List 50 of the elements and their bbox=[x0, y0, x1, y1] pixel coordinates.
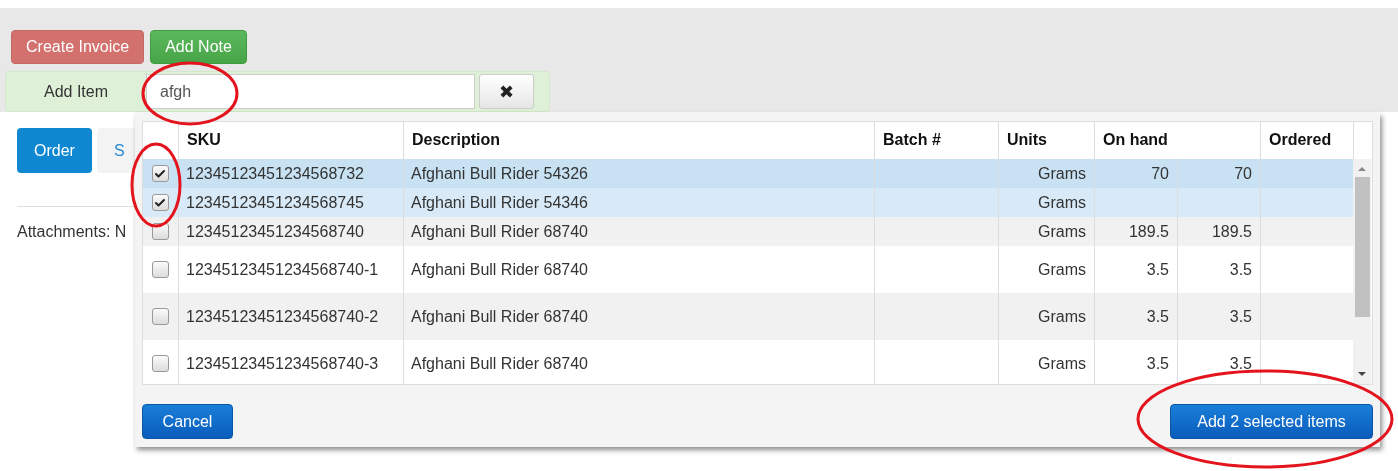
table-cell: 3.5 bbox=[1146, 260, 1169, 279]
scroll-up-icon[interactable] bbox=[1357, 165, 1367, 173]
table-cell: Grams bbox=[1038, 354, 1086, 373]
table-cell: Grams bbox=[1038, 307, 1086, 326]
search-field[interactable]: afgh bbox=[146, 74, 475, 109]
table-cell: Grams bbox=[1038, 164, 1086, 183]
scrollbar[interactable] bbox=[1353, 159, 1371, 384]
clear-button[interactable]: ✖ bbox=[479, 74, 534, 109]
checkbox[interactable] bbox=[151, 261, 169, 278]
table-row[interactable]: 12345123451234568745 Afghani Bull Rider 54346 Grams bbox=[143, 188, 1353, 217]
table-cell: Afghani Bull Rider 68740 bbox=[411, 354, 588, 373]
table-cell: 189.5 bbox=[1211, 222, 1252, 241]
cancel-button[interactable]: Cancel bbox=[142, 404, 233, 439]
table-cell: Afghani Bull Rider 68740 bbox=[411, 260, 588, 279]
table-cell: Grams bbox=[1038, 193, 1086, 212]
table-cell-text: 12345123451234568740-3 bbox=[186, 354, 380, 373]
checkbox[interactable] bbox=[151, 355, 169, 372]
table-cell: 3.5 bbox=[1146, 307, 1169, 326]
table-cell-text: 12345123451234568740-1 bbox=[186, 260, 380, 279]
checkbox[interactable] bbox=[151, 194, 169, 211]
table-cell-text: 12345123451234568740-2 bbox=[186, 307, 380, 326]
table-cell-text: 12345123451234568740 bbox=[186, 222, 365, 241]
add-selected-button[interactable]: Add 2 selected items bbox=[1170, 404, 1373, 439]
table-cell: 3.5 bbox=[1146, 354, 1169, 373]
table-row[interactable]: 12345123451234568732 Afghani Bull Rider 54326 Grams 70 70 bbox=[143, 159, 1353, 188]
table-cell: 189.5 bbox=[1128, 222, 1169, 241]
table-cell: Afghani Bull Rider 54346 bbox=[411, 193, 588, 212]
table-cell: Afghani Bull Rider 68740 bbox=[411, 222, 588, 241]
checkbox[interactable] bbox=[151, 165, 169, 182]
check-icon bbox=[154, 167, 166, 180]
table-cell: Grams bbox=[1038, 260, 1086, 279]
table-row[interactable]: 12345123451234568740-2 Afghani Bull Rider 68740 Grams 3.5 3.5 bbox=[143, 293, 1353, 340]
scroll-down-icon[interactable] bbox=[1357, 370, 1367, 378]
table-cell: 70 bbox=[1234, 164, 1252, 183]
table-cell: 3.5 bbox=[1229, 307, 1252, 326]
attachments-label: Attachments: N bbox=[17, 223, 127, 241]
table-cell-text: 12345123451234568745 bbox=[186, 193, 365, 212]
table-cell: Afghani Bull Rider 54326 bbox=[411, 164, 588, 183]
table-cell: Afghani Bull Rider 68740 bbox=[411, 307, 588, 326]
add-item-label: Add Item bbox=[43, 82, 109, 101]
table-cell: 70 bbox=[1151, 164, 1169, 183]
table-cell-text: 12345123451234568732 bbox=[186, 164, 365, 183]
check-icon bbox=[154, 196, 166, 209]
table-cell: 3.5 bbox=[1229, 354, 1252, 373]
table-cell: 3.5 bbox=[1229, 260, 1252, 279]
checkbox[interactable] bbox=[151, 308, 169, 325]
scroll-thumb[interactable] bbox=[1354, 177, 1370, 317]
table-row[interactable]: 12345123451234568740 Afghani Bull Rider 68740 Grams 189.5 189.5 bbox=[143, 217, 1353, 246]
table-cell: Grams bbox=[1038, 222, 1086, 241]
tab[interactable]: Order bbox=[17, 128, 92, 173]
